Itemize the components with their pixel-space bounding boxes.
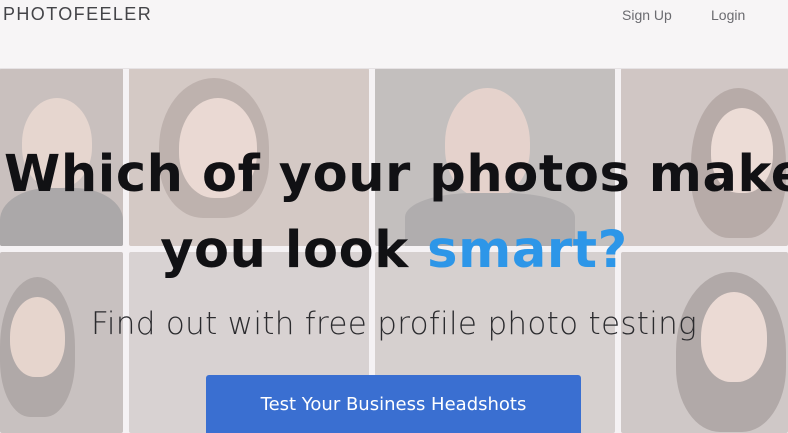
- photofeeler-logo[interactable]: PHOTOFEELER: [3, 4, 152, 25]
- page: PHOTOFEELER Sign Up Login Which of your …: [0, 0, 788, 433]
- sign-up-link[interactable]: Sign Up: [622, 7, 672, 23]
- site-header: PHOTOFEELER Sign Up Login: [0, 0, 788, 69]
- hero-headline-line-2: you look smart?: [0, 221, 788, 280]
- hero-headline-line-1: Which of your photos make: [4, 145, 788, 204]
- hero-subhead: Find out with free profile photo testing: [90, 306, 698, 342]
- headline-prefix: you look: [160, 221, 428, 280]
- test-business-headshots-button[interactable]: Test Your Business Headshots: [206, 375, 581, 433]
- login-link[interactable]: Login: [711, 7, 745, 23]
- headline-accent-word: smart?: [427, 221, 628, 280]
